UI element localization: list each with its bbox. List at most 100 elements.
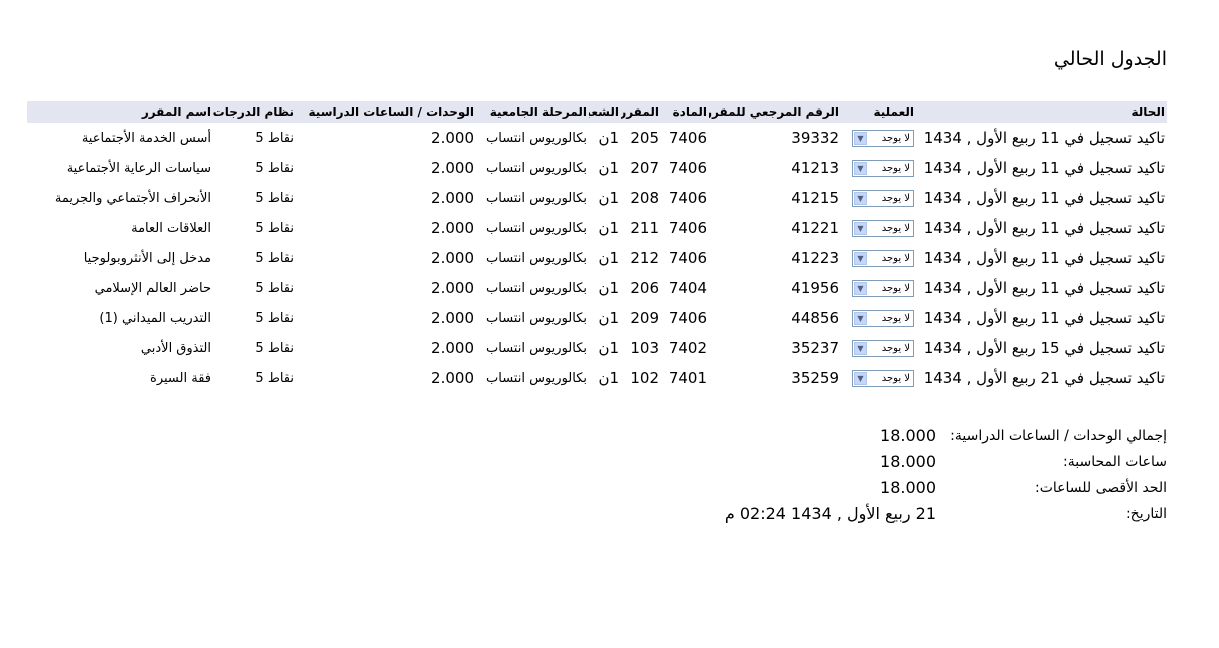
course-cell: 205: [630, 129, 659, 147]
max-hours-row: الحد الأقصى للساعات: 18.000: [707, 476, 1167, 502]
course-name-cell: الأنحراف الأجتماعي والجريمة: [54, 190, 211, 206]
action-cell: لا يوجد ▼: [841, 273, 916, 303]
summary-section: إجمالي الوحدات / الساعات الدراسية: 18.00…: [707, 424, 1167, 528]
units-cell: 2.000: [431, 369, 474, 387]
chevron-down-icon[interactable]: ▼: [854, 342, 867, 355]
ref-cell: 41215: [791, 189, 839, 207]
schedule-table: الحالة العملية الرقم المرجعي للمقرر الما…: [27, 101, 1167, 393]
action-cell: لا يوجد ▼: [841, 123, 916, 153]
action-select[interactable]: لا يوجد ▼: [852, 190, 914, 207]
header-units: الوحدات / الساعات الدراسية: [296, 101, 476, 123]
grading-cell: نقاط 5: [255, 340, 294, 356]
header-level: المرحلة الجامعية: [476, 101, 589, 123]
status-cell: تاكيد تسجيل في 11 ربيع الأول , 1434: [923, 309, 1165, 327]
action-select-value: لا يوجد: [881, 373, 910, 384]
units-cell: 2.000: [431, 249, 474, 267]
table-row: تاكيد تسجيل في 15 ربيع الأول , 1434 لا ي…: [27, 333, 1167, 363]
subject-cell: 7401: [668, 369, 707, 387]
level-cell: بكالوريوس انتساب: [486, 220, 587, 236]
level-cell: بكالوريوس انتساب: [486, 190, 587, 206]
action-select[interactable]: لا يوجد ▼: [852, 250, 914, 267]
section-cell: 1ن: [598, 249, 619, 267]
date-value: 21 ربيع الأول , 1434 02:24 م: [724, 504, 936, 523]
billing-hours-row: ساعات المحاسبة: 18.000: [707, 450, 1167, 476]
table-row: تاكيد تسجيل في 21 ربيع الأول , 1434 لا ي…: [27, 363, 1167, 393]
action-cell: لا يوجد ▼: [841, 213, 916, 243]
action-cell: لا يوجد ▼: [841, 243, 916, 273]
chevron-down-icon[interactable]: ▼: [854, 222, 867, 235]
level-cell: بكالوريوس انتساب: [486, 310, 587, 326]
section-cell: 1ن: [598, 129, 619, 147]
course-name-cell: حاضر العالم الإسلامي: [94, 280, 211, 296]
chevron-down-icon[interactable]: ▼: [854, 162, 867, 175]
date-label: التاريخ:: [1125, 506, 1167, 522]
status-cell: تاكيد تسجيل في 11 ربيع الأول , 1434: [923, 249, 1165, 267]
status-cell: تاكيد تسجيل في 11 ربيع الأول , 1434: [923, 159, 1165, 177]
action-select-value: لا يوجد: [881, 313, 910, 324]
action-cell: لا يوجد ▼: [841, 153, 916, 183]
course-cell: 207: [630, 159, 659, 177]
action-select-value: لا يوجد: [881, 283, 910, 294]
action-select-value: لا يوجد: [881, 133, 910, 144]
action-select[interactable]: لا يوجد ▼: [852, 340, 914, 357]
action-select[interactable]: لا يوجد ▼: [852, 310, 914, 327]
action-select-value: لا يوجد: [881, 343, 910, 354]
grading-cell: نقاط 5: [255, 190, 294, 206]
chevron-down-icon[interactable]: ▼: [854, 252, 867, 265]
section-cell: 1ن: [598, 219, 619, 237]
chevron-down-icon[interactable]: ▼: [854, 192, 867, 205]
chevron-down-icon[interactable]: ▼: [854, 282, 867, 295]
action-cell: لا يوجد ▼: [841, 183, 916, 213]
status-cell: تاكيد تسجيل في 11 ربيع الأول , 1434: [923, 189, 1165, 207]
section-cell: 1ن: [598, 189, 619, 207]
ref-cell: 35259: [791, 369, 839, 387]
action-select[interactable]: لا يوجد ▼: [852, 280, 914, 297]
billing-hours-value: 18.000: [880, 452, 936, 471]
header-course: المقرر: [621, 101, 661, 123]
ref-cell: 41956: [791, 279, 839, 297]
action-cell: لا يوجد ▼: [841, 333, 916, 363]
status-cell: تاكيد تسجيل في 15 ربيع الأول , 1434: [923, 339, 1165, 357]
table-header-row: الحالة العملية الرقم المرجعي للمقرر الما…: [27, 101, 1167, 123]
level-cell: بكالوريوس انتساب: [486, 370, 587, 386]
schedule-page: الجدول الحالي الحالة العملية الرقم المرج…: [0, 0, 1219, 648]
course-name-cell: التدريب الميداني (1): [99, 310, 211, 326]
grading-cell: نقاط 5: [255, 280, 294, 296]
action-select[interactable]: لا يوجد ▼: [852, 220, 914, 237]
course-name-cell: مدخل إلى الأنثروبولوجيا: [83, 250, 211, 266]
grading-cell: نقاط 5: [255, 250, 294, 266]
subject-cell: 7406: [668, 159, 707, 177]
units-cell: 2.000: [431, 159, 474, 177]
level-cell: بكالوريوس انتساب: [486, 340, 587, 356]
level-cell: بكالوريوس انتساب: [486, 250, 587, 266]
units-cell: 2.000: [431, 129, 474, 147]
total-units-row: إجمالي الوحدات / الساعات الدراسية: 18.00…: [707, 424, 1167, 450]
course-name-cell: العلاقات العامة: [131, 220, 211, 236]
table-row: تاكيد تسجيل في 11 ربيع الأول , 1434 لا ي…: [27, 243, 1167, 273]
ref-cell: 39332: [791, 129, 839, 147]
course-cell: 102: [630, 369, 659, 387]
chevron-down-icon[interactable]: ▼: [854, 372, 867, 385]
subject-cell: 7406: [668, 249, 707, 267]
level-cell: بكالوريوس انتساب: [486, 280, 587, 296]
action-select-value: لا يوجد: [881, 253, 910, 264]
action-select[interactable]: لا يوجد ▼: [852, 370, 914, 387]
action-select[interactable]: لا يوجد ▼: [852, 160, 914, 177]
chevron-down-icon[interactable]: ▼: [854, 312, 867, 325]
level-cell: بكالوريوس انتساب: [486, 130, 587, 146]
table-row: تاكيد تسجيل في 11 ربيع الأول , 1434 لا ي…: [27, 303, 1167, 333]
header-subject: المادة: [661, 101, 709, 123]
action-select[interactable]: لا يوجد ▼: [852, 130, 914, 147]
table-row: تاكيد تسجيل في 11 ربيع الأول , 1434 لا ي…: [27, 183, 1167, 213]
action-select-value: لا يوجد: [881, 223, 910, 234]
course-cell: 209: [630, 309, 659, 327]
grading-cell: نقاط 5: [255, 310, 294, 326]
course-cell: 211: [630, 219, 659, 237]
ref-cell: 41213: [791, 159, 839, 177]
chevron-down-icon[interactable]: ▼: [854, 132, 867, 145]
grading-cell: نقاط 5: [255, 160, 294, 176]
units-cell: 2.000: [431, 309, 474, 327]
subject-cell: 7406: [668, 189, 707, 207]
action-select-value: لا يوجد: [881, 193, 910, 204]
section-cell: 1ن: [598, 309, 619, 327]
